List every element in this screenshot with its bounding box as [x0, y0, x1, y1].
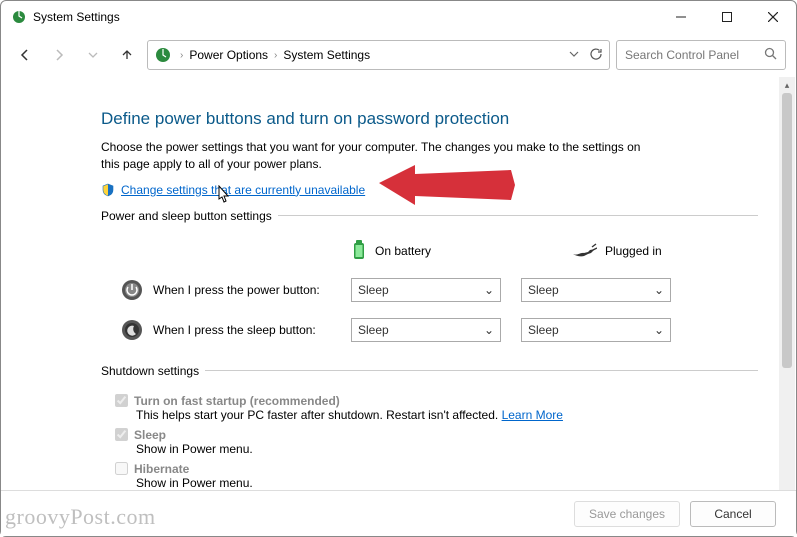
- option-description: Show in Power menu.: [136, 476, 758, 490]
- shutdown-section: Shutdown settings Turn on fast startup (…: [101, 364, 758, 490]
- section-legend: Power and sleep button settings: [101, 209, 278, 223]
- section-legend: Shutdown settings: [101, 364, 205, 378]
- power-icon: [121, 279, 143, 301]
- power-sleep-section: Power and sleep button settings On batte…: [101, 209, 758, 364]
- column-battery: On battery: [351, 239, 501, 264]
- scroll-thumb[interactable]: [782, 93, 792, 368]
- shield-icon: [101, 183, 115, 197]
- location-icon: [154, 46, 172, 64]
- window-controls: [658, 1, 796, 33]
- vertical-scrollbar[interactable]: ▴ ▾: [779, 77, 795, 535]
- up-button[interactable]: [113, 41, 141, 69]
- option-description: Show in Power menu.: [136, 442, 758, 456]
- maximize-button[interactable]: [704, 1, 750, 33]
- window-title: System Settings: [33, 10, 658, 24]
- change-settings-link[interactable]: Change settings that are currently unava…: [121, 183, 365, 197]
- hibernate-checkbox: Hibernate: [115, 462, 758, 476]
- address-dropdown-button[interactable]: [569, 48, 579, 62]
- search-placeholder: Search Control Panel: [625, 48, 764, 62]
- forward-button[interactable]: [45, 41, 73, 69]
- sleep-icon: [121, 319, 143, 341]
- column-plugged: Plugged in: [571, 242, 721, 261]
- power-button-plugged-select[interactable]: Sleep⌄: [521, 278, 671, 302]
- option-description: This helps start your PC faster after sh…: [136, 408, 758, 422]
- title-bar: System Settings: [1, 1, 796, 33]
- sleep-button-row: When I press the sleep button: Sleep⌄ Sl…: [121, 318, 758, 342]
- chevron-down-icon: ⌄: [484, 323, 494, 337]
- chevron-down-icon: ⌄: [654, 323, 664, 337]
- dialog-footer: Save changes Cancel: [1, 490, 796, 536]
- sleep-button-battery-select[interactable]: Sleep⌄: [351, 318, 501, 342]
- scroll-up-button[interactable]: ▴: [779, 77, 795, 93]
- chevron-right-icon: ›: [178, 50, 185, 61]
- power-button-battery-select[interactable]: Sleep⌄: [351, 278, 501, 302]
- sleep-button-plugged-select[interactable]: Sleep⌄: [521, 318, 671, 342]
- page-description: Choose the power settings that you want …: [101, 139, 661, 173]
- breadcrumb-item[interactable]: System Settings: [279, 48, 374, 62]
- power-button-row: When I press the power button: Sleep⌄ Sl…: [121, 278, 758, 302]
- checkbox-input: [115, 462, 128, 475]
- breadcrumb-item[interactable]: Power Options: [185, 48, 272, 62]
- column-label: On battery: [375, 244, 431, 258]
- main-content: Define power buttons and turn on passwor…: [1, 81, 778, 490]
- row-label: When I press the sleep button:: [153, 323, 351, 337]
- chevron-right-icon: ›: [272, 50, 279, 61]
- close-button[interactable]: [750, 1, 796, 33]
- column-label: Plugged in: [605, 244, 662, 258]
- chevron-down-icon: ⌄: [484, 283, 494, 297]
- sleep-checkbox: Sleep: [115, 428, 758, 442]
- row-label: When I press the power button:: [153, 283, 351, 297]
- app-icon: [11, 9, 27, 25]
- minimize-button[interactable]: [658, 1, 704, 33]
- checkbox-input: [115, 394, 128, 407]
- recent-dropdown-button[interactable]: [79, 41, 107, 69]
- refresh-button[interactable]: [589, 47, 603, 64]
- fast-startup-checkbox: Turn on fast startup (recommended): [115, 394, 758, 408]
- search-input[interactable]: Search Control Panel: [616, 40, 786, 70]
- learn-more-link[interactable]: Learn More: [502, 408, 563, 422]
- chevron-down-icon: ⌄: [654, 283, 664, 297]
- nav-toolbar: › Power Options › System Settings Search…: [1, 33, 796, 77]
- plug-icon: [571, 242, 597, 261]
- back-button[interactable]: [11, 41, 39, 69]
- save-changes-button[interactable]: Save changes: [574, 501, 680, 527]
- checkbox-input: [115, 428, 128, 441]
- change-settings-row: Change settings that are currently unava…: [101, 183, 778, 197]
- search-icon: [764, 47, 777, 63]
- battery-icon: [351, 239, 367, 264]
- cancel-button[interactable]: Cancel: [690, 501, 776, 527]
- page-heading: Define power buttons and turn on passwor…: [101, 109, 778, 129]
- address-bar[interactable]: › Power Options › System Settings: [147, 40, 610, 70]
